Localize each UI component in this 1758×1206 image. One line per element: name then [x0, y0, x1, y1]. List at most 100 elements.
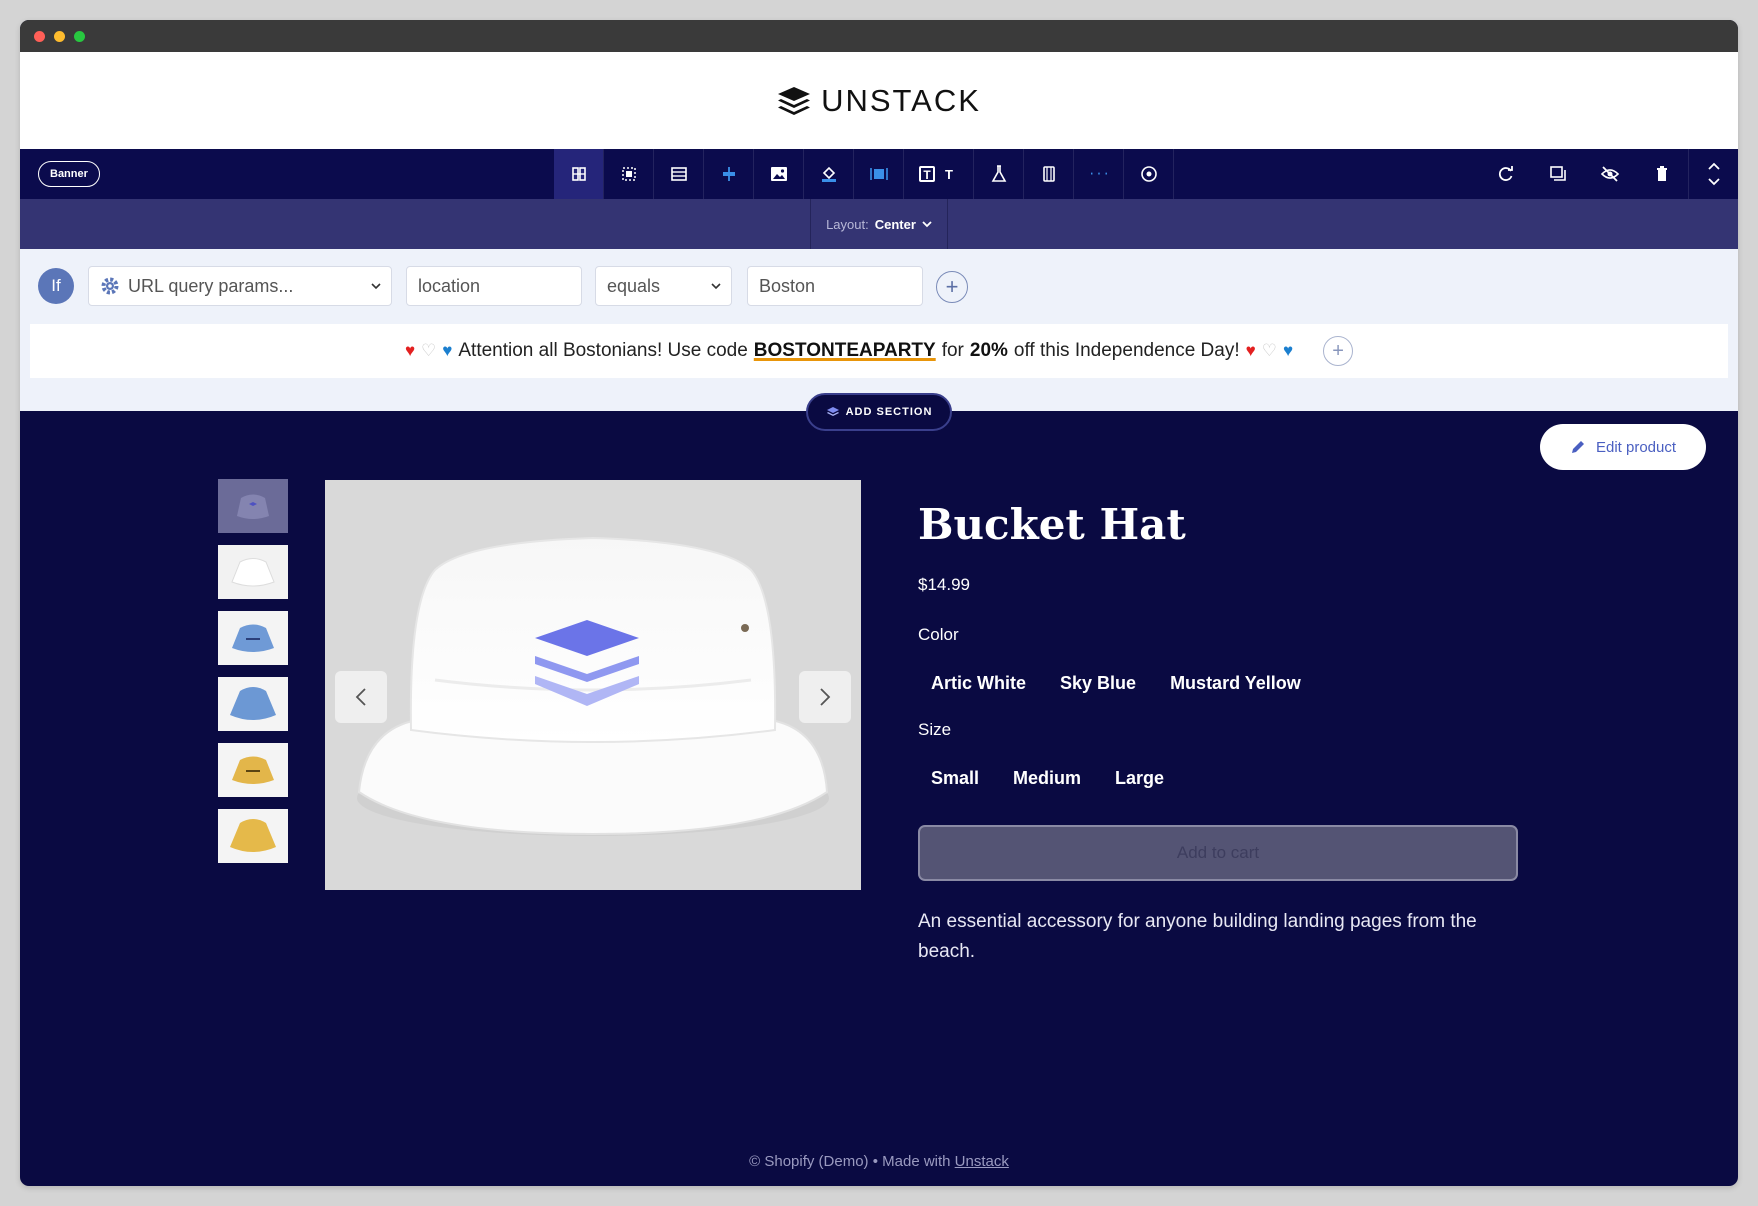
red-heart-icon: ♥ [1245, 341, 1256, 360]
window-titlebar [20, 20, 1738, 52]
section-actions [1480, 149, 1738, 199]
layout-tool-button[interactable] [554, 149, 604, 199]
duplicate-button[interactable] [1532, 149, 1584, 199]
color-option[interactable]: Artic White [931, 673, 1026, 694]
color-options: Artic White Sky Blue Mustard Yellow [931, 673, 1538, 694]
fill-tool-button[interactable] [804, 149, 854, 199]
layout-bar: Layout: Center [20, 199, 1738, 249]
size-option[interactable]: Small [931, 768, 979, 789]
condition-operator-value: equals [607, 275, 661, 296]
width-tool-button[interactable] [854, 149, 904, 199]
layout-select[interactable]: Layout: Center [810, 199, 948, 249]
image-tool-button[interactable] [754, 149, 804, 199]
move-section-button[interactable] [1688, 149, 1738, 199]
yellow-hat-thumbnail-icon [232, 756, 274, 784]
fill-icon [821, 166, 836, 182]
spacing-tool-button[interactable] [704, 149, 754, 199]
brand-name: UNSTACK [821, 82, 981, 118]
move-icon [1707, 162, 1720, 186]
product-thumbnail[interactable] [218, 479, 288, 533]
close-window-button[interactable] [34, 31, 45, 42]
condition-param-input[interactable]: location [406, 266, 582, 306]
text-color-tool-button[interactable]: TT [904, 149, 974, 199]
section-height-tool-button[interactable] [654, 149, 704, 199]
svg-text:T: T [945, 167, 953, 182]
maximize-window-button[interactable] [74, 31, 85, 42]
hide-button[interactable] [1584, 149, 1636, 199]
size-option[interactable]: Large [1115, 768, 1164, 789]
section-name-pill[interactable]: Banner [38, 161, 100, 187]
product-thumbnail[interactable] [218, 743, 288, 797]
chevron-down-icon [922, 221, 932, 228]
blue-heart-icon: ♥ [442, 341, 453, 360]
add-section-button[interactable]: ADD SECTION [806, 393, 952, 431]
chevron-left-icon [355, 688, 366, 706]
previous-image-button[interactable] [335, 671, 387, 723]
color-option[interactable]: Sky Blue [1060, 673, 1136, 694]
stack-logo-icon [778, 86, 811, 115]
plus-icon: + [1332, 340, 1344, 362]
footer-text: © Shopify (Demo) • Made with [749, 1153, 951, 1170]
condition-param-value: location [418, 275, 481, 296]
site-footer: © Shopify (Demo) • Made with Unstack [20, 1153, 1738, 1170]
mobile-tool-button[interactable] [1024, 149, 1074, 199]
banner-content[interactable]: ♥ ♡ ♥ Attention all Bostonians! Use code… [30, 324, 1728, 378]
add-condition-button[interactable]: + [936, 271, 968, 303]
footer-link[interactable]: Unstack [955, 1153, 1009, 1170]
text-color-icon: TT [918, 166, 953, 182]
add-to-cart-button[interactable]: Add to cart [918, 825, 1518, 881]
color-option[interactable]: Mustard Yellow [1170, 673, 1301, 694]
condition-source-select[interactable]: URL query params... [88, 266, 392, 306]
section-toolbar: Banner TT · [20, 149, 1738, 199]
refresh-icon [1498, 166, 1513, 181]
refresh-button[interactable] [1480, 149, 1532, 199]
product-thumbnail[interactable] [218, 677, 288, 731]
product-thumbnail[interactable] [218, 611, 288, 665]
custom-code-tool-button[interactable]: {···} [1074, 149, 1124, 199]
product-description: An essential accessory for anyone buildi… [918, 911, 1477, 962]
spacing-icon [722, 167, 735, 181]
gear-icon [101, 277, 119, 295]
product-thumbnail[interactable] [218, 809, 288, 863]
add-banner-item-button[interactable]: + [1323, 336, 1354, 366]
pencil-icon [1571, 441, 1584, 453]
target-tool-button[interactable] [1124, 149, 1174, 199]
white-heart-icon: ♡ [1261, 341, 1277, 360]
blue-hat-thumbnail-icon [230, 687, 276, 720]
edit-product-button[interactable]: Edit product [1540, 424, 1706, 470]
experiment-tool-button[interactable] [974, 149, 1024, 199]
hide-icon [1600, 166, 1620, 182]
product-title: Bucket Hat [918, 500, 1186, 549]
select-area-tool-button[interactable] [604, 149, 654, 199]
select-area-icon [621, 167, 636, 181]
duplicate-icon [1550, 166, 1566, 181]
yellow-hat-thumbnail-icon [230, 819, 276, 852]
chevron-down-icon [711, 283, 721, 290]
white-hat-thumbnail-icon [237, 494, 269, 519]
chevron-down-icon [371, 283, 381, 290]
bucket-hat-image [357, 536, 829, 836]
minimize-window-button[interactable] [54, 31, 65, 42]
site-header: UNSTACK [20, 52, 1738, 149]
product-info: Bucket Hat $14.99 Color Artic White Sky … [918, 500, 1538, 967]
brand-logo[interactable]: UNSTACK [777, 83, 981, 119]
image-icon [770, 167, 787, 181]
delete-icon [1657, 166, 1667, 181]
color-label: Color [918, 625, 959, 644]
layout-value: Center [874, 216, 916, 232]
product-main-image [325, 480, 861, 890]
delete-button[interactable] [1636, 149, 1688, 199]
next-image-button[interactable] [799, 671, 851, 723]
promo-code: BOSTONTEAPARTY [753, 340, 936, 361]
section-height-icon [670, 167, 687, 181]
condition-bar: If URL query params... location equals B… [20, 249, 1738, 317]
condition-operator-select[interactable]: equals [595, 266, 732, 306]
width-icon [869, 168, 888, 180]
product-price: $14.99 [918, 575, 970, 594]
plus-icon: + [945, 274, 959, 299]
product-thumbnail[interactable] [218, 545, 288, 599]
condition-value-input[interactable]: Boston [747, 266, 923, 306]
if-badge: If [38, 268, 74, 304]
size-option[interactable]: Medium [1013, 768, 1081, 789]
banner-text-before: Attention all Bostonians! Use code [458, 340, 748, 361]
